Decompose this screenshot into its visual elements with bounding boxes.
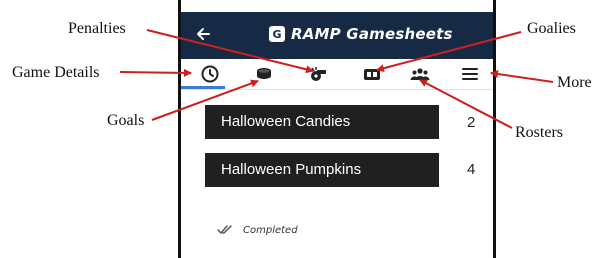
app-title: RAMP Gamesheets <box>291 25 453 43</box>
menu-icon <box>462 68 478 80</box>
clock-icon <box>201 65 219 83</box>
people-icon <box>410 68 430 80</box>
app-bar: G RAMP Gamesheets <box>181 12 493 59</box>
tab-more[interactable] <box>459 63 481 85</box>
annotation-rosters: Rosters <box>515 124 563 141</box>
team-row-away[interactable]: Halloween Pumpkins <box>205 153 439 187</box>
annotation-goalies: Goalies <box>527 20 576 37</box>
double-check-icon <box>217 225 232 234</box>
team-score: 2 <box>467 114 476 131</box>
back-arrow-icon[interactable] <box>193 24 213 44</box>
team-score: 4 <box>467 161 476 178</box>
tab-goals[interactable] <box>253 63 275 85</box>
status-text: Completed <box>243 224 298 236</box>
arrow-more <box>490 70 554 83</box>
team-name: Halloween Candies <box>221 113 351 130</box>
tab-game-details[interactable] <box>199 63 221 85</box>
annotation-more: More <box>557 74 592 91</box>
tab-penalties[interactable] <box>307 63 329 85</box>
annotation-game-details: Game Details <box>12 64 100 81</box>
whistle-icon <box>311 67 326 81</box>
annotation-goals: Goals <box>107 112 145 129</box>
tab-rosters[interactable] <box>409 63 431 85</box>
app-screen: G RAMP Gamesheets Halloween Candies 2 Ha… <box>178 0 496 258</box>
annotation-penalties: Penalties <box>68 20 126 37</box>
app-title-group: G RAMP Gamesheets <box>269 25 453 43</box>
puck-icon <box>257 68 271 79</box>
tab-goalies[interactable] <box>361 63 383 85</box>
game-status: Completed <box>217 224 298 236</box>
gamesheets-logo-icon: G <box>269 26 285 42</box>
tab-bar <box>181 59 493 89</box>
tab-divider <box>181 89 493 90</box>
goalie-icon <box>364 69 380 80</box>
team-row-home[interactable]: Halloween Candies <box>205 105 439 139</box>
team-name: Halloween Pumpkins <box>221 161 362 178</box>
